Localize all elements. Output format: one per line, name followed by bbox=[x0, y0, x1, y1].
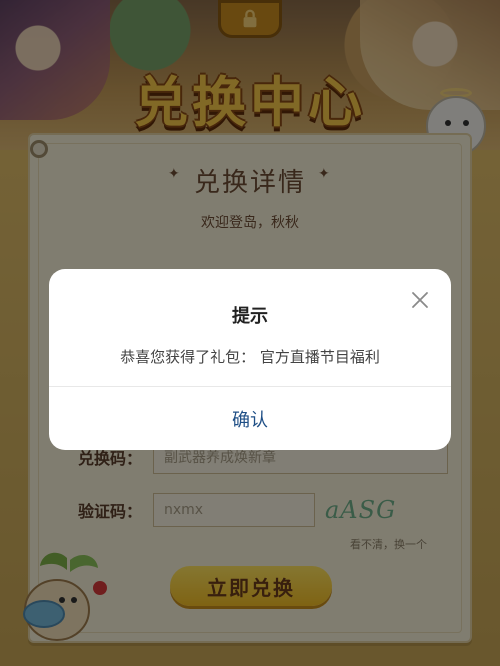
dialog-message: 恭喜您获得了礼包： 官方直播节目福利 bbox=[120, 348, 380, 366]
close-icon[interactable] bbox=[409, 289, 431, 311]
confirm-button[interactable]: 确认 bbox=[49, 387, 451, 450]
dialog-title: 提示 bbox=[232, 306, 268, 327]
gift-dialog: 提示 恭喜您获得了礼包： 官方直播节目福利 确认 bbox=[49, 269, 451, 450]
